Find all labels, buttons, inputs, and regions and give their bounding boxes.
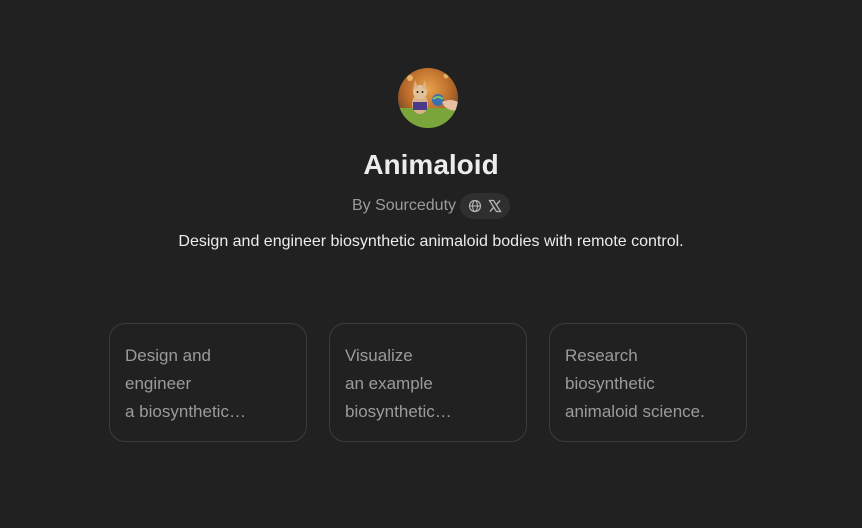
x-logo-icon[interactable] [488, 199, 502, 213]
conversation-starter-2[interactable]: Visualize an example biosynthetic… [329, 323, 527, 442]
gpt-landing: Animaloid By Sourceduty Design and engin… [0, 0, 862, 528]
conversation-starter-3[interactable]: Research biosynthetic animaloid science. [549, 323, 747, 442]
conversation-starter-1[interactable]: Design and engineer a biosynthetic… [109, 323, 307, 442]
starter-line: Design and [125, 346, 212, 365]
starter-line: biosynthetic [565, 374, 655, 393]
byline: By Sourceduty [0, 193, 862, 219]
starter-line: a biosynthetic… [125, 402, 246, 421]
starter-line: biosynthetic… [345, 402, 452, 421]
social-links [460, 193, 511, 219]
starter-line: engineer [125, 374, 192, 393]
starter-line: animaloid science. [565, 402, 705, 421]
starter-line: Research [565, 346, 638, 365]
starter-line: an example [345, 374, 433, 393]
gpt-description: Design and engineer biosynthetic animalo… [178, 233, 684, 250]
gpt-title: Animaloid [363, 149, 499, 180]
gpt-avatar [398, 68, 458, 128]
author-text: By Sourceduty [351, 197, 457, 214]
globe-icon[interactable] [468, 199, 482, 213]
starter-line: Visualize [345, 346, 413, 365]
